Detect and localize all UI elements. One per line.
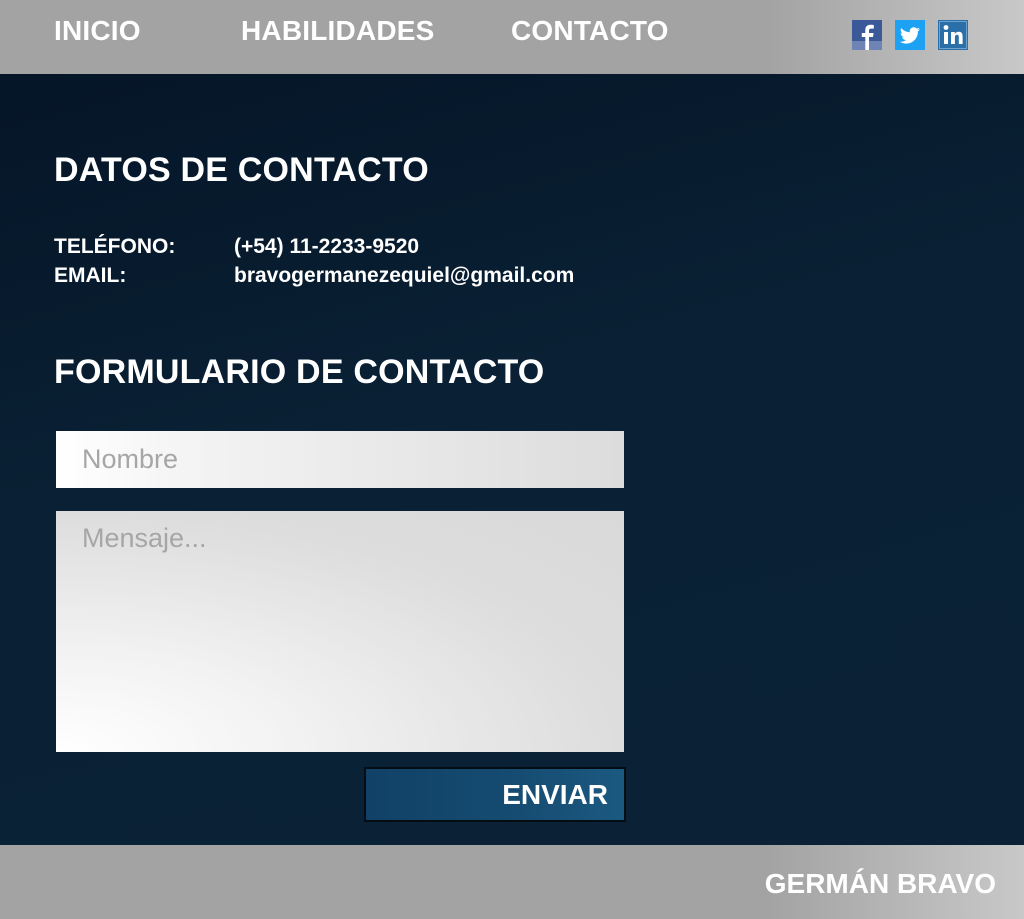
phone-label: TELÉFONO: (54, 235, 176, 258)
phone-value: (+54) 11-2233-9520 (234, 235, 420, 258)
facebook-icon[interactable] (852, 20, 882, 50)
contact-info-title: DATOS DE CONTACTO (54, 151, 429, 189)
top-navigation-bar: INICIO HABILIDADES CONTACTO (0, 0, 1024, 74)
email-value: bravogermanezequiel@gmail.com (234, 264, 575, 287)
linkedin-icon[interactable] (938, 20, 968, 50)
nav-link-inicio[interactable]: INICIO (54, 14, 141, 48)
contact-form-title: FORMULARIO DE CONTACTO (54, 353, 545, 391)
send-button[interactable]: ENVIAR (364, 767, 626, 822)
nav-link-habilidades[interactable]: HABILIDADES (241, 14, 435, 48)
message-textarea[interactable] (56, 511, 624, 752)
nav-link-contacto[interactable]: CONTACTO (511, 14, 669, 48)
twitter-icon[interactable] (895, 20, 925, 50)
footer-bar: GERMÁN BRAVO (0, 845, 1024, 919)
name-input[interactable] (56, 431, 624, 488)
footer-author-name: GERMÁN BRAVO (764, 868, 996, 899)
email-label: EMAIL: (54, 264, 127, 287)
